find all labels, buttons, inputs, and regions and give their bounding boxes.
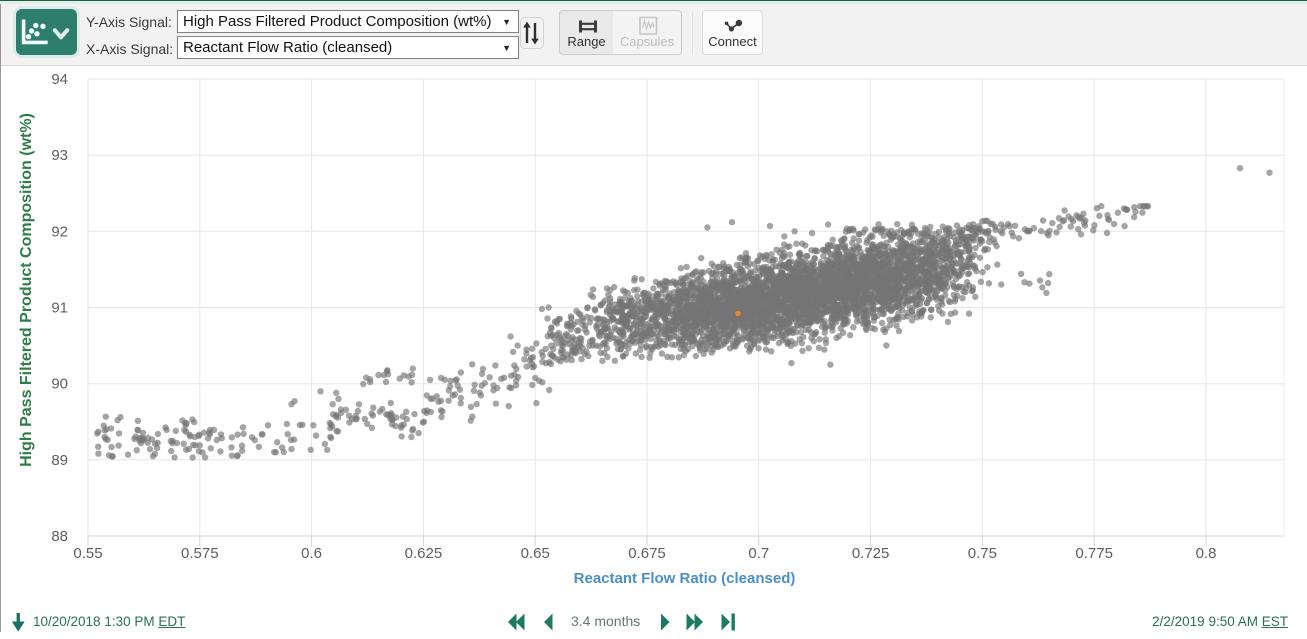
svg-text:0.65: 0.65: [521, 545, 550, 562]
svg-text:0.625: 0.625: [405, 545, 443, 562]
svg-text:0.55: 0.55: [73, 545, 102, 562]
svg-text:91: 91: [51, 300, 68, 317]
svg-text:0.8: 0.8: [1196, 545, 1217, 562]
svg-text:88: 88: [51, 528, 68, 545]
svg-text:0.775: 0.775: [1075, 545, 1113, 562]
svg-text:93: 93: [51, 147, 68, 164]
svg-text:0.675: 0.675: [628, 545, 666, 562]
svg-text:94: 94: [51, 71, 68, 88]
svg-text:0.6: 0.6: [301, 545, 322, 562]
svg-text:0.7: 0.7: [748, 545, 769, 562]
svg-text:89: 89: [51, 452, 68, 469]
svg-text:0.725: 0.725: [852, 545, 890, 562]
svg-text:High Pass Filtered Product Com: High Pass Filtered Product Composition (…: [18, 113, 35, 467]
svg-text:90: 90: [51, 376, 68, 393]
svg-text:0.575: 0.575: [181, 545, 219, 562]
svg-text:0.75: 0.75: [968, 545, 997, 562]
svg-text:Reactant Flow Ratio (cleansed): Reactant Flow Ratio (cleansed): [574, 570, 796, 587]
svg-text:92: 92: [51, 223, 68, 240]
